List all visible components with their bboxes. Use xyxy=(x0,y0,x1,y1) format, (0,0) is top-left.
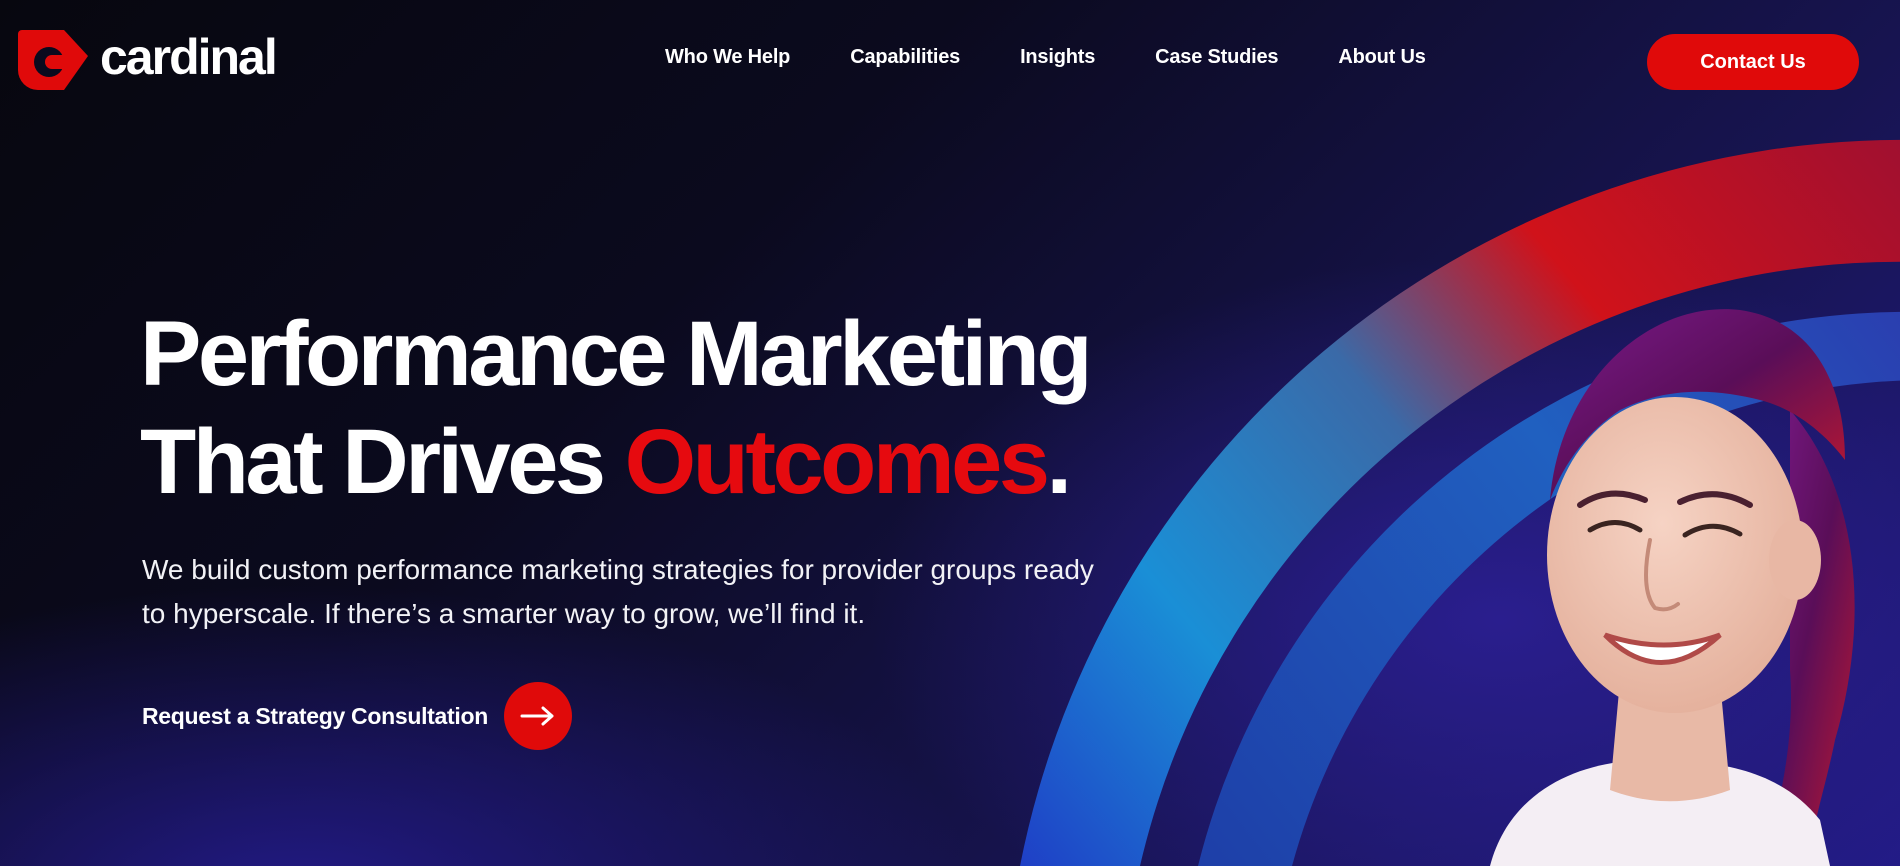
site-header: cardinal Who We Help Capabilities Insigh… xyxy=(0,0,1900,120)
nav-insights[interactable]: Insights xyxy=(1020,46,1095,69)
hero-title: Performance Marketing That Drives Outcom… xyxy=(140,300,1093,516)
cardinal-c-icon xyxy=(18,30,88,90)
hero-title-suffix: . xyxy=(1046,411,1073,513)
nav-case-studies[interactable]: Case Studies xyxy=(1155,46,1278,69)
contact-us-button[interactable]: Contact Us xyxy=(1647,34,1859,90)
arrow-right-icon xyxy=(520,706,554,726)
hero-subtitle: We build custom performance marketing st… xyxy=(142,554,1094,629)
strategy-consultation-cta[interactable]: Request a Strategy Consultation xyxy=(142,682,572,750)
landing-page: cardinal Who We Help Capabilities Insigh… xyxy=(0,0,1900,866)
cta-label: Request a Strategy Consultation xyxy=(142,702,488,729)
hero-title-highlight: Outcomes xyxy=(624,411,1050,513)
brand-logo-link[interactable]: cardinal xyxy=(16,28,278,92)
cta-arrow-button[interactable] xyxy=(503,682,572,750)
hero-title-line-1: Performance Marketing xyxy=(140,303,1093,405)
woman-portrait-image xyxy=(1490,309,1855,866)
hero-title-prefix: That Drives xyxy=(140,411,625,513)
hero-title-line-2: That Drives Outcomes. xyxy=(140,408,1089,516)
main-nav: Who We Help Capabilities Insights Case S… xyxy=(665,46,1426,69)
nav-who-we-help[interactable]: Who We Help xyxy=(665,46,790,69)
nav-capabilities[interactable]: Capabilities xyxy=(850,46,960,69)
nav-about-us[interactable]: About Us xyxy=(1338,46,1425,69)
brand-name: cardinal xyxy=(100,29,278,85)
